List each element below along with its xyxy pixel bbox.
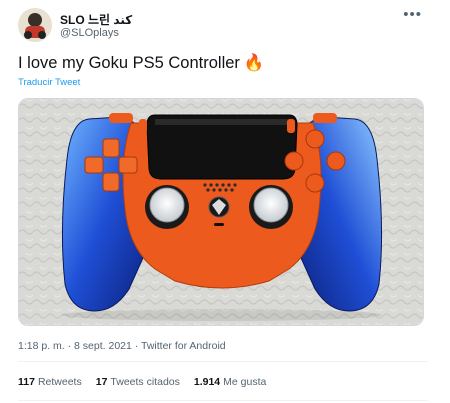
quote-tweets-count: 17 xyxy=(95,376,108,388)
likes-label: Me gusta xyxy=(223,376,267,388)
retweets-count: 117 xyxy=(18,376,35,388)
tweet-date[interactable]: 8 sept. 2021 xyxy=(74,340,132,352)
likes-stat[interactable]: 1.914 Me gusta xyxy=(194,376,266,388)
avatar[interactable] xyxy=(18,8,52,42)
more-options-icon[interactable]: ••• xyxy=(403,6,422,23)
retweets-stat[interactable]: 117 Retweets xyxy=(18,376,82,388)
controller-photo xyxy=(19,99,423,325)
divider xyxy=(18,361,428,362)
tweet-time[interactable]: 1:18 p. m. xyxy=(18,340,65,352)
fire-emoji-icon: 🔥 xyxy=(243,54,265,72)
tweet-media-photo[interactable] xyxy=(18,98,424,326)
translate-tweet-link[interactable]: Traducir Tweet xyxy=(18,77,80,88)
retweets-label: Retweets xyxy=(37,376,82,388)
author-name[interactable]: SLO 느린 کند xyxy=(60,11,132,28)
tweet-card: SLO 느린 کند @SLOplays ••• I love my Goku … xyxy=(0,0,450,403)
divider xyxy=(18,400,428,401)
engagement-stats: 117 Retweets 17 Tweets citados 1.914 Me gus… xyxy=(18,376,266,388)
likes-count: 1.914 xyxy=(193,376,221,388)
tweet-text: I love my Goku PS5 Controller 🔥 xyxy=(18,54,264,73)
meta-separator: · xyxy=(67,340,72,352)
author-handle[interactable]: @SLOplays xyxy=(60,27,119,39)
tweet-text-body: I love my Goku PS5 Controller xyxy=(18,54,240,72)
quote-tweets-label: Tweets citados xyxy=(110,376,180,388)
quote-tweets-stat[interactable]: 17 Tweets citados xyxy=(96,376,180,388)
tweet-source[interactable]: Twitter for Android xyxy=(141,340,226,352)
meta-separator: · xyxy=(134,340,139,352)
tweet-meta: 1:18 p. m. · 8 sept. 2021 · Twitter for … xyxy=(18,340,226,352)
